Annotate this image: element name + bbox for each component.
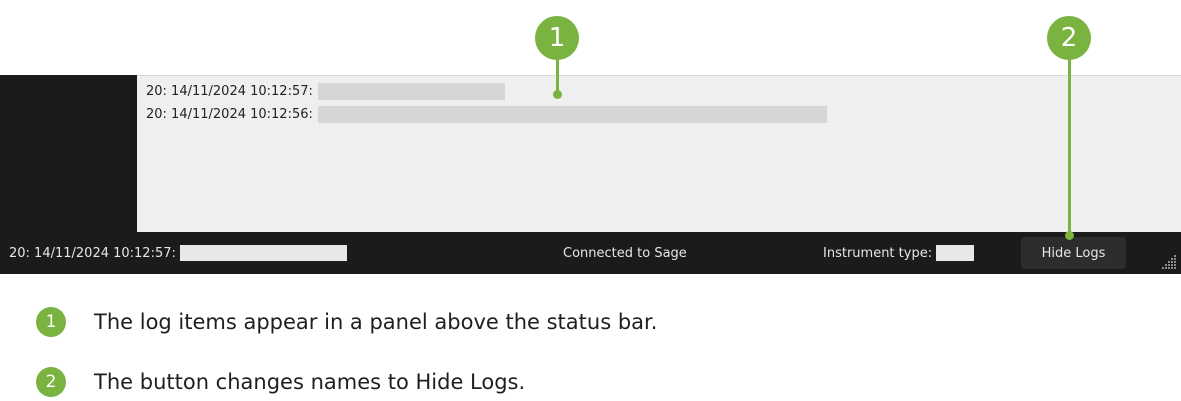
- status-bar: 20: 14/11/2024 10:12:57: Connected to Sa…: [0, 232, 1181, 274]
- app-window: 20: 14/11/2024 10:12:57: 20: 14/11/2024 …: [0, 75, 1181, 274]
- resize-grip-icon[interactable]: [1161, 254, 1177, 270]
- hide-logs-button[interactable]: Hide Logs: [1021, 237, 1126, 269]
- redacted-text: [179, 245, 347, 261]
- log-item: 20: 14/11/2024 10:12:57:: [146, 82, 505, 100]
- callout-dot-1: [553, 90, 562, 99]
- note-1: 1 The log items appear in a panel above …: [36, 307, 657, 337]
- note-2: 2 The button changes names to Hide Logs.: [36, 367, 525, 397]
- instrument-type: Instrument type:: [823, 232, 975, 274]
- log-item-timestamp: 20: 14/11/2024 10:12:56:: [146, 106, 313, 122]
- callout-badge-1: 1: [535, 16, 579, 60]
- callout-badge-2: 2: [1047, 16, 1091, 60]
- note-text: The button changes names to Hide Logs.: [94, 370, 526, 394]
- callout-line-2: [1068, 58, 1071, 234]
- log-panel[interactable]: 20: 14/11/2024 10:12:57: 20: 14/11/2024 …: [137, 75, 1181, 232]
- left-dark-area: [0, 75, 137, 232]
- callout-line-1: [556, 58, 559, 94]
- redacted-text: [317, 105, 827, 123]
- redacted-text: [317, 82, 505, 100]
- callout-dot-2: [1065, 231, 1074, 240]
- status-last-log: 20: 14/11/2024 10:12:57:: [9, 232, 347, 274]
- note-badge: 2: [36, 367, 66, 397]
- redacted-text: [936, 245, 975, 261]
- log-item: 20: 14/11/2024 10:12:56:: [146, 105, 827, 123]
- status-last-log-timestamp: 20: 14/11/2024 10:12:57:: [9, 245, 176, 261]
- log-item-timestamp: 20: 14/11/2024 10:12:57:: [146, 83, 313, 99]
- note-text: The log items appear in a panel above th…: [94, 310, 658, 334]
- note-badge: 1: [36, 307, 66, 337]
- instrument-type-label: Instrument type:: [823, 245, 933, 261]
- connection-status: Connected to Sage: [563, 245, 687, 261]
